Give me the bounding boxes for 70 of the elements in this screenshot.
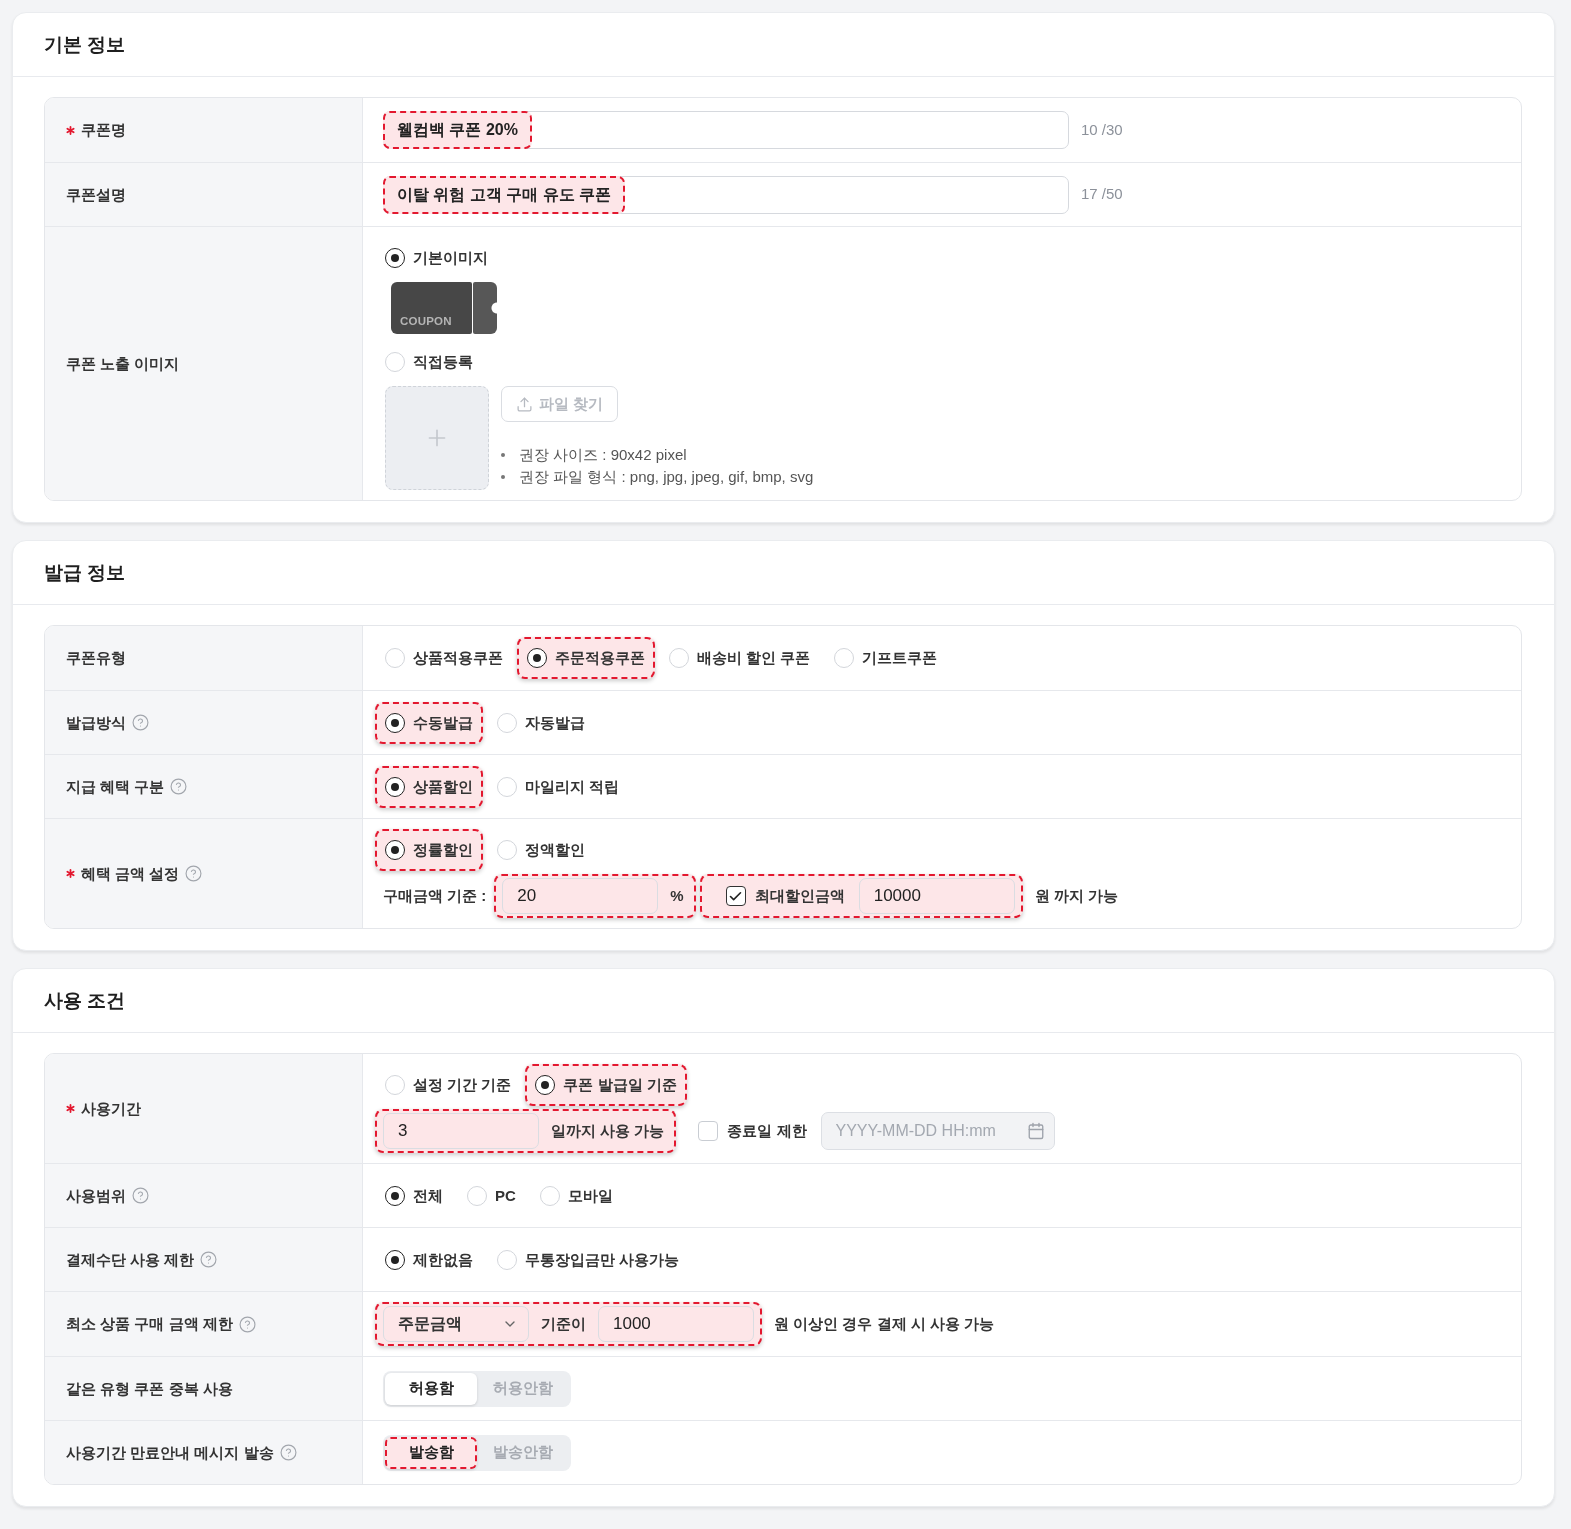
radio-option[interactable]: PC [457, 1174, 526, 1217]
char-counter: 10 /30 [1081, 120, 1123, 140]
help-icon[interactable] [238, 1315, 256, 1333]
select-field[interactable]: 주문금액 [383, 1306, 529, 1342]
note-text: 권장 파일 형식 : png, jpg, jpeg, gif, bmp, svg [519, 467, 814, 487]
radio-option[interactable]: 마일리지 적립 [487, 765, 630, 808]
checkbox-option[interactable]: 종료일 제한 [698, 1121, 807, 1141]
number-input[interactable]: 10000 [858, 878, 1015, 914]
help-icon[interactable] [132, 1187, 149, 1204]
radio-option[interactable]: 전체 [375, 1174, 453, 1217]
radio-option[interactable]: 정액할인 [487, 829, 595, 871]
field-label: 사용범위 [66, 1185, 126, 1206]
inline-text: % [670, 886, 684, 906]
radio-option[interactable]: 배송비 할인 쿠폰 [659, 637, 821, 679]
note-text: 권장 사이즈 : 90x42 pixel [519, 445, 687, 465]
field-label: 발급방식 [66, 712, 126, 733]
radio-option[interactable]: 무통장입금만 사용가능 [487, 1238, 690, 1281]
inline-text: 일까지 사용 가능 [551, 1121, 665, 1141]
radio-option[interactable]: 쿠폰 발급일 기준 [527, 1066, 685, 1104]
field-label: 사용기간 만료안내 메시지 발송 [66, 1442, 274, 1463]
number-input[interactable]: 3 [383, 1113, 539, 1149]
radio-option[interactable]: 상품적용쿠폰 [375, 637, 513, 679]
help-icon[interactable] [132, 714, 149, 731]
field-label: 쿠폰명 [81, 120, 126, 140]
number-input[interactable]: 1000 [598, 1306, 754, 1342]
section-title: 기본 정보 [44, 32, 126, 57]
segment-button[interactable]: 발송함 [385, 1436, 477, 1469]
calendar-icon [1026, 1122, 1045, 1140]
field-label: 쿠폰설명 [66, 184, 126, 205]
radio-option[interactable]: 정률할인 [377, 831, 481, 869]
radio-option[interactable]: 자동발급 [487, 701, 595, 744]
checkbox-option[interactable]: 최대할인금액 [725, 886, 845, 906]
radio-option[interactable]: 주문적용쿠폰 [519, 639, 653, 677]
radio-option[interactable]: 설정 기간 기준 [375, 1064, 522, 1106]
number-input[interactable]: 20 [502, 878, 659, 914]
bullet-icon [501, 475, 505, 479]
upload-icon [516, 395, 533, 413]
coupon-text: COUPON [400, 313, 452, 328]
help-icon[interactable] [185, 865, 203, 882]
inline-text: 구매금액 기준 : [383, 886, 487, 906]
coupon-stub [473, 282, 497, 334]
field-label: 최소 상품 구매 금액 제한 [66, 1314, 233, 1334]
field-label: 결제수단 사용 제한 [66, 1249, 195, 1270]
field-label: 지급 혜택 구분 [66, 776, 165, 797]
segment-button[interactable]: 허용함 [385, 1372, 477, 1405]
field-label: 혜택 금액 설정 [81, 863, 180, 884]
field-label: 같은 유형 쿠폰 중복 사용 [66, 1378, 233, 1399]
inline-text: 원 까지 가능 [1034, 886, 1119, 906]
help-icon[interactable] [170, 778, 188, 795]
field-label: 사용기간 [81, 1098, 141, 1119]
image-upload-box[interactable] [385, 386, 489, 490]
text-input[interactable]: 이탈 위험 고객 구매 유도 쿠폰 [383, 175, 1069, 214]
help-icon[interactable] [200, 1251, 218, 1268]
text-input[interactable]: 웰컴백 쿠폰 20% [383, 111, 1069, 149]
char-counter: 17 /50 [1081, 185, 1123, 204]
bullet-icon [501, 453, 505, 457]
radio-option[interactable]: 제한없음 [375, 1238, 483, 1281]
inline-text: 원 이상인 경우 결제 시 사용 가능 [774, 1314, 994, 1334]
radio-option[interactable]: 기프트쿠폰 [824, 637, 948, 679]
help-icon[interactable] [279, 1444, 297, 1461]
inline-text: 기준이 [541, 1314, 586, 1334]
section-title: 사용 조건 [44, 988, 126, 1013]
radio-option[interactable]: 직접등록 [375, 341, 483, 383]
radio-option[interactable]: 모바일 [529, 1174, 623, 1217]
field-label: 쿠폰유형 [66, 648, 126, 668]
radio-option[interactable]: 상품할인 [377, 767, 481, 806]
radio-option[interactable]: 수동발급 [377, 703, 481, 742]
radio-option[interactable]: 기본이미지 [375, 237, 498, 279]
field-label: 쿠폰 노출 이미지 [66, 353, 180, 374]
section-title: 발급 정보 [44, 560, 126, 585]
